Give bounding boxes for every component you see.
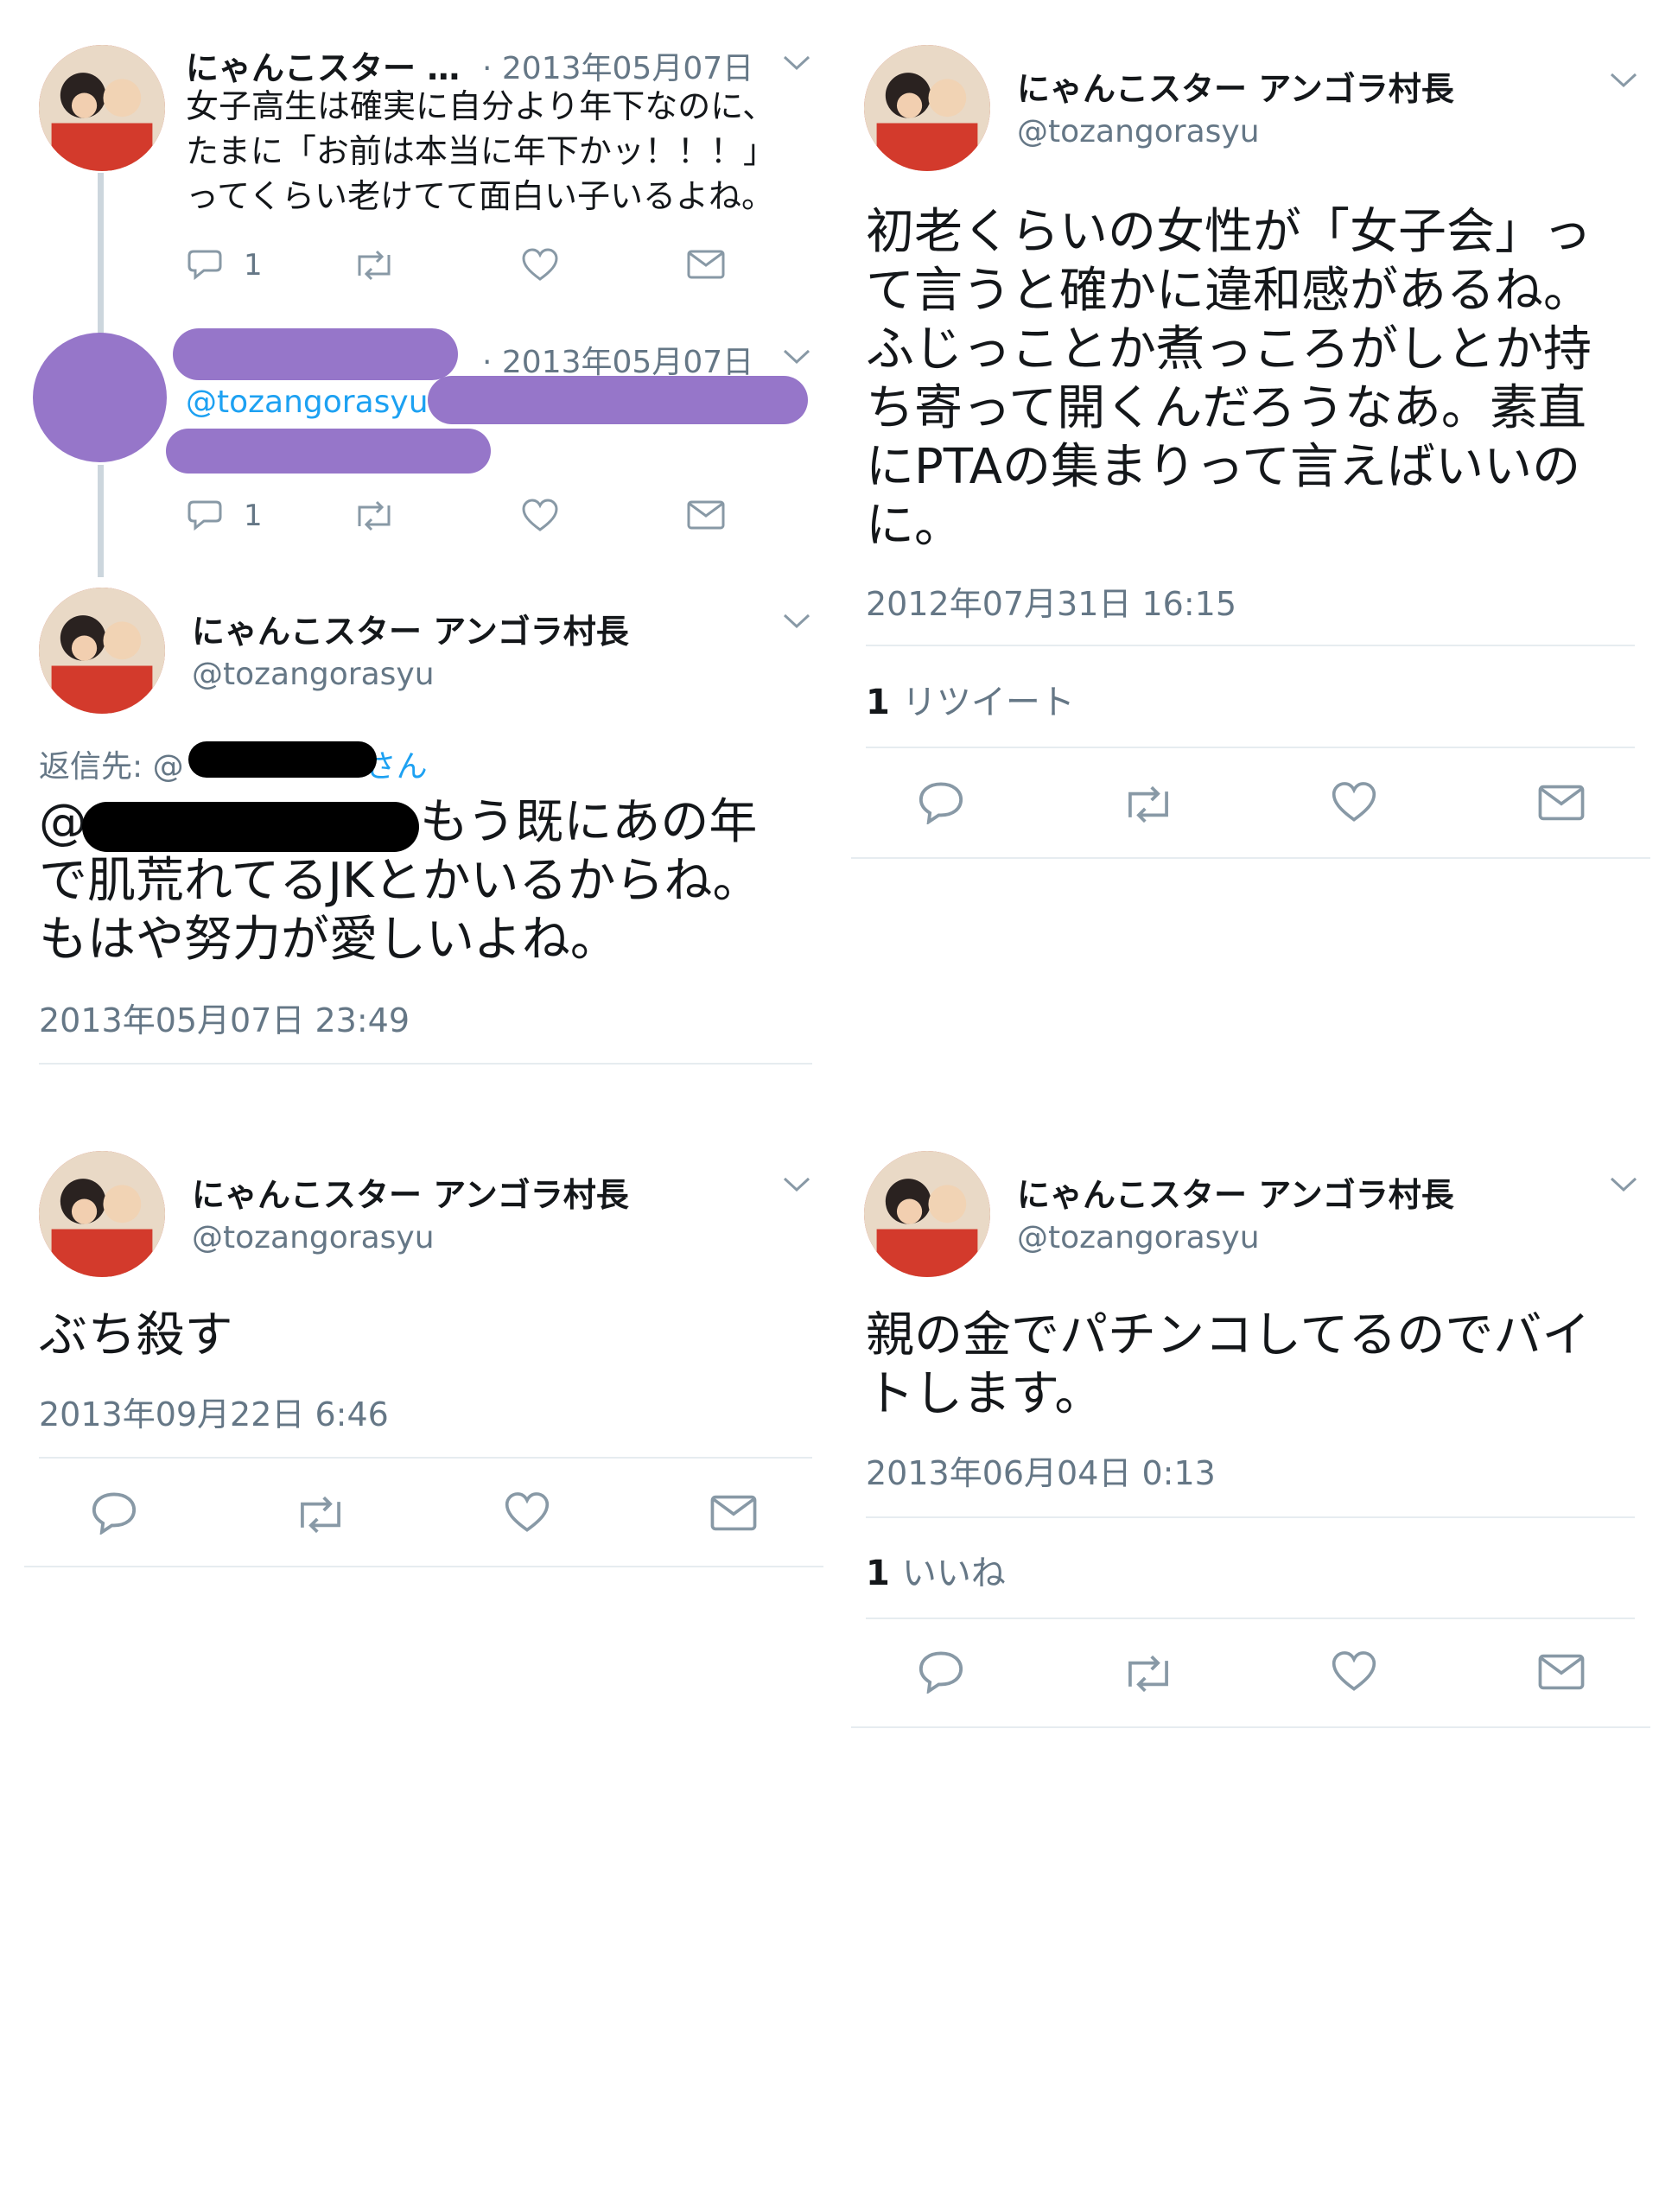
reply-icon[interactable] [918, 1649, 964, 1694]
divider [851, 1726, 1650, 1728]
reply-icon[interactable] [187, 497, 223, 531]
like-icon[interactable] [521, 499, 559, 533]
mention-link[interactable]: @tozangorasyu [186, 385, 429, 420]
divider [39, 1457, 812, 1459]
reply-count: 1 [244, 499, 263, 533]
reply-icon[interactable] [918, 779, 964, 824]
message-icon[interactable] [710, 1495, 757, 1531]
user-name[interactable]: にゃんこスター アンゴラ村長 [192, 1168, 629, 1216]
avatar[interactable] [864, 45, 990, 171]
user-name[interactable]: にゃんこスター アンゴラ村長 [1017, 62, 1454, 110]
tweet-text: 初老くらいの女性が「女子会」っ て言うと確かに違和感があるね。 ふじっことか煮っ… [866, 204, 1592, 554]
retweet-stat[interactable]: 1 リツイート [866, 674, 1075, 724]
tweet-date[interactable]: · 2013年05月07日 [482, 43, 753, 88]
user-handle[interactable]: @tozangorasyu [192, 657, 435, 692]
reply-count: 1 [244, 248, 263, 283]
like-icon[interactable] [504, 1491, 550, 1535]
like-icon[interactable] [521, 248, 559, 283]
tweet-text: 女子高生は確実に自分より年下なのに、 たまに「お前は本当に年下かッ！！！」 って… [186, 87, 776, 215]
divider [39, 1063, 812, 1065]
chevron-down-icon[interactable] [782, 1175, 811, 1194]
like-icon[interactable] [1331, 1650, 1377, 1694]
reply-icon[interactable] [187, 246, 223, 281]
user-handle[interactable]: @tozangorasyu [1017, 114, 1260, 149]
chevron-down-icon[interactable] [782, 612, 811, 631]
redacted-avatar [33, 333, 167, 462]
avatar[interactable] [39, 1151, 165, 1277]
message-icon[interactable] [1538, 1654, 1585, 1690]
tweet-timestamp[interactable]: 2013年05月07日 23:49 [39, 994, 410, 1041]
tweet-text: 親の金でパチンコしてるのでバイ トします。 [866, 1307, 1591, 1422]
retweet-icon[interactable] [353, 250, 396, 281]
chevron-down-icon[interactable] [1609, 71, 1638, 90]
tweet-timestamp[interactable]: 2012年07月31日 16:15 [866, 577, 1236, 625]
avatar[interactable] [39, 588, 165, 714]
user-handle[interactable]: @tozangorasyu [1017, 1220, 1260, 1255]
retweet-icon[interactable] [1122, 785, 1175, 824]
chevron-down-icon[interactable] [782, 54, 811, 73]
user-handle[interactable]: @tozangorasyu [192, 1220, 435, 1255]
retweet-icon[interactable] [353, 500, 396, 531]
message-icon[interactable] [1538, 785, 1585, 821]
redacted-name [173, 328, 458, 380]
avatar[interactable] [864, 1151, 990, 1277]
redacted-text [428, 376, 808, 424]
divider [866, 747, 1635, 748]
chevron-down-icon[interactable] [1609, 1175, 1638, 1194]
redacted-mention [188, 741, 377, 778]
user-name[interactable]: にゃんこスター アンゴラ村長 [192, 605, 629, 652]
retweet-icon[interactable] [1122, 1654, 1175, 1694]
divider [851, 857, 1650, 859]
thread-line [98, 465, 104, 577]
tweet-timestamp[interactable]: 2013年06月04日 0:13 [866, 1446, 1216, 1494]
divider [866, 645, 1635, 646]
like-icon[interactable] [1331, 781, 1377, 824]
divider [866, 1618, 1635, 1619]
tweet-timestamp[interactable]: 2013年09月22日 6:46 [39, 1388, 389, 1435]
divider [866, 1516, 1635, 1518]
tweet-text: ぶち殺す [39, 1307, 233, 1363]
divider [24, 1566, 823, 1567]
reply-icon[interactable] [91, 1490, 137, 1535]
redacted-text [166, 429, 491, 474]
retweet-icon[interactable] [294, 1495, 347, 1535]
message-icon[interactable] [687, 250, 725, 279]
user-name[interactable]: にゃんこスター … [186, 41, 460, 89]
avatar[interactable] [39, 45, 165, 171]
like-stat[interactable]: 1 いいね [866, 1545, 1006, 1595]
user-name[interactable]: にゃんこスター アンゴラ村長 [1017, 1168, 1454, 1216]
chevron-down-icon[interactable] [782, 347, 811, 366]
message-icon[interactable] [687, 500, 725, 530]
redacted-mention [82, 802, 419, 852]
thread-line [98, 173, 104, 337]
